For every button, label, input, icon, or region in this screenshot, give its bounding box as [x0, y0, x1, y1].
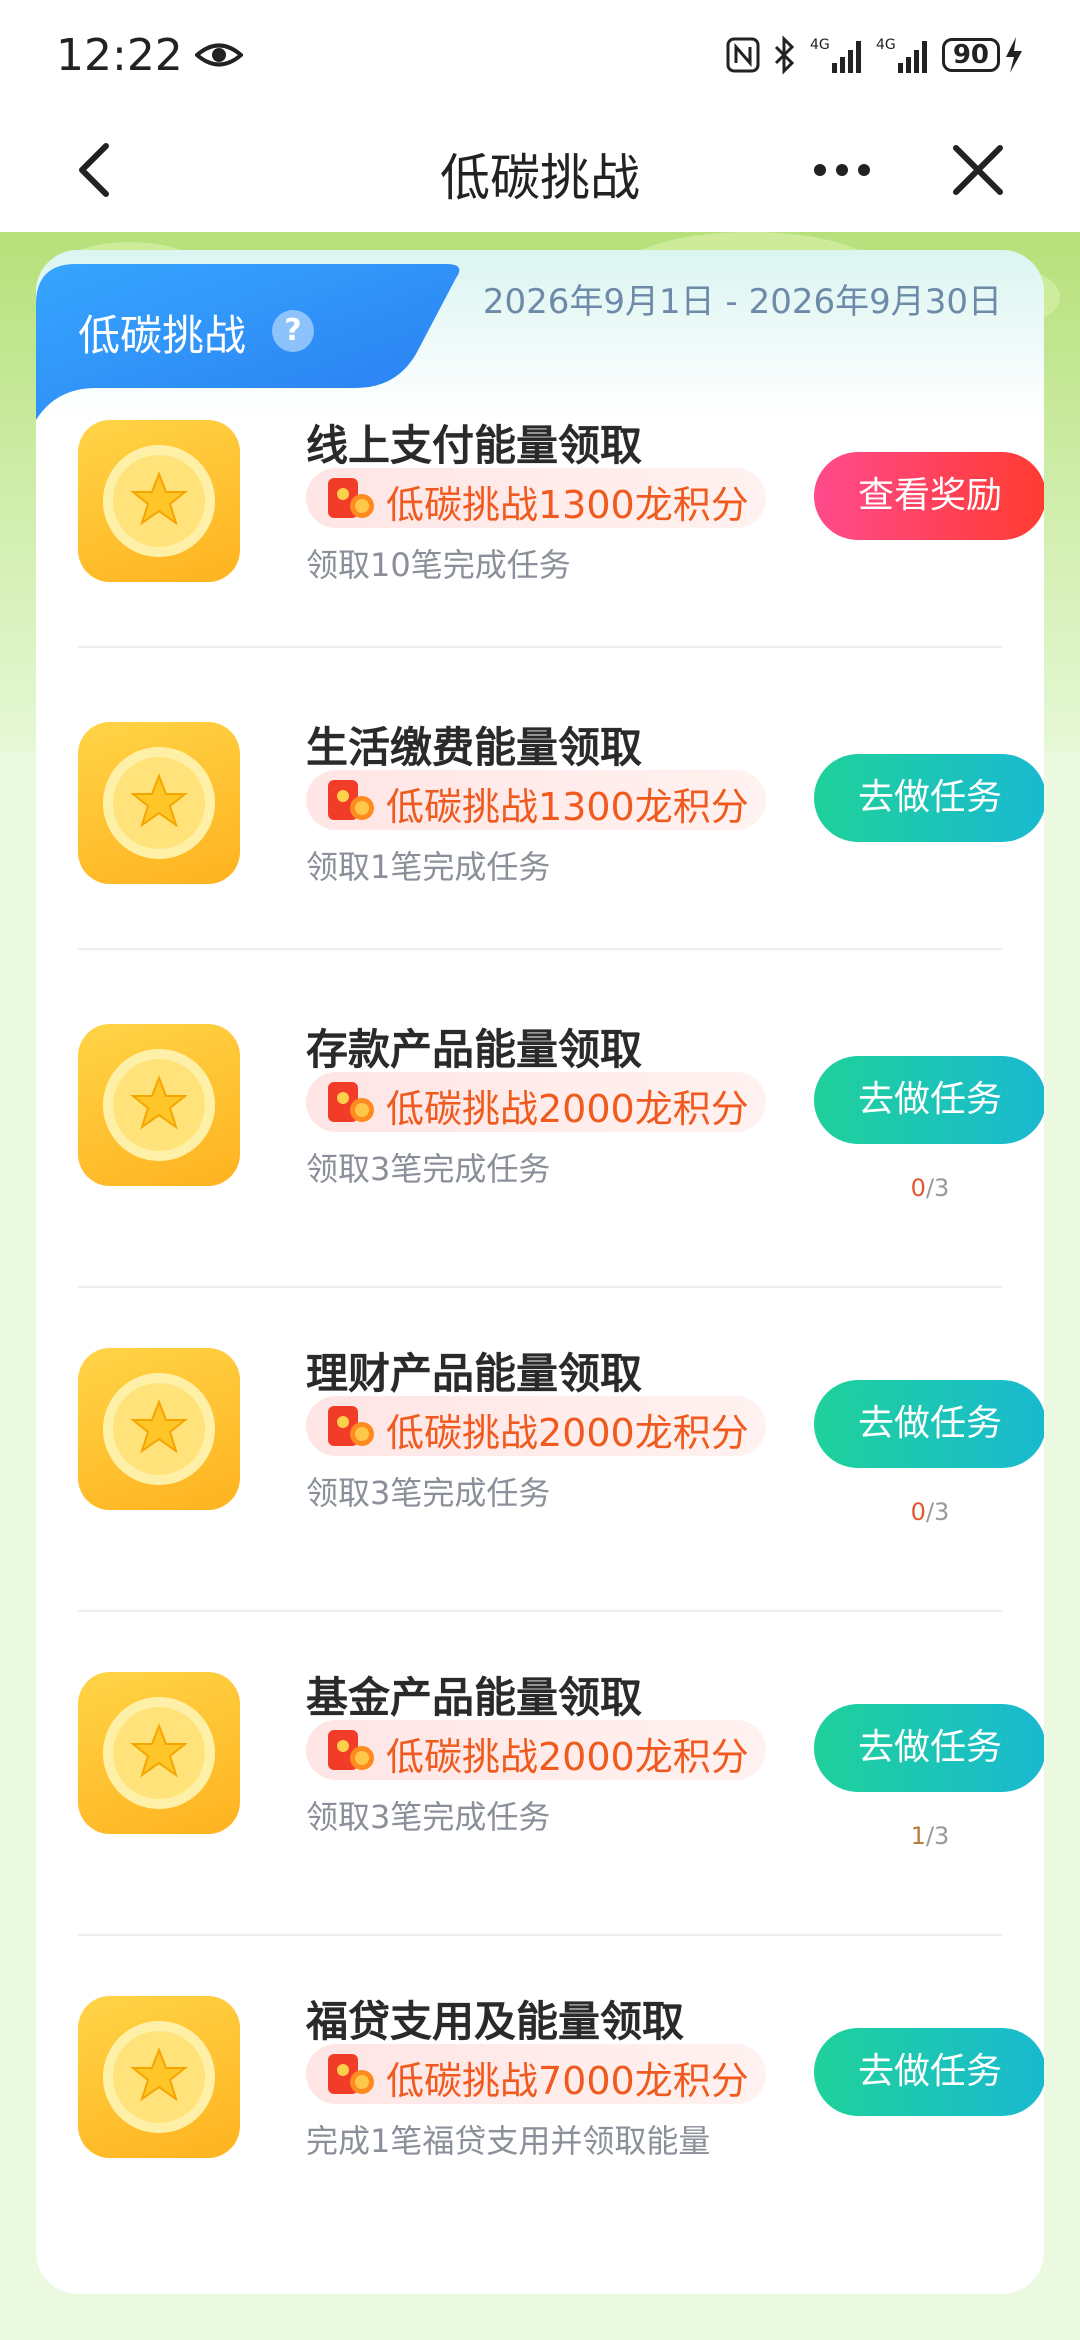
svg-text:4G: 4G [810, 37, 830, 53]
progress-current: 1 [910, 1822, 926, 1850]
more-icon[interactable] [806, 140, 878, 200]
reward-text: 低碳挑战1300龙积分 [386, 785, 749, 829]
coin-icon [78, 722, 240, 884]
status-time: 12:22 [56, 29, 183, 81]
coin-icon [78, 1996, 240, 2158]
page-title: 低碳挑战 [440, 149, 640, 207]
reward-text: 低碳挑战2000龙积分 [386, 1735, 749, 1779]
progress-total: /3 [925, 1174, 950, 1202]
reward-pill: 低碳挑战1300龙积分 [306, 770, 766, 830]
task-description: 领取1笔完成任务 [306, 848, 551, 886]
do-task-button[interactable]: 去做任务 [814, 754, 1044, 842]
progress-total: /3 [925, 1822, 950, 1850]
task-title: 存款产品能量领取 [306, 1025, 643, 1074]
task-title: 线上支付能量领取 [306, 421, 643, 470]
red-envelope-icon [328, 2054, 374, 2094]
nav-bar: 低碳挑战 [0, 110, 1080, 232]
date-range: 2026年9月1日 - 2026年9月30日 [482, 282, 1002, 322]
task-row-6: 福贷支用及能量领取 低碳挑战7000龙积分 完成1笔福贷支用并领取能量 去做任务 [78, 1920, 1044, 2160]
coin-icon [78, 1672, 240, 1834]
svg-text:4G: 4G [876, 37, 896, 53]
coin-icon [78, 420, 240, 582]
red-envelope-icon [328, 780, 374, 820]
task-title: 基金产品能量领取 [306, 1673, 643, 1722]
task-description: 领取10笔完成任务 [306, 546, 571, 584]
progress-current: 0 [910, 1498, 926, 1526]
red-envelope-icon [328, 1406, 374, 1446]
task-description: 领取3笔完成任务 [306, 1474, 551, 1512]
view-reward-button[interactable]: 查看奖励 [814, 452, 1044, 540]
task-description: 完成1笔福贷支用并领取能量 [306, 2122, 711, 2160]
do-task-button[interactable]: 去做任务 [814, 1704, 1044, 1792]
task-row-3: 存款产品能量领取 低碳挑战2000龙积分 领取3笔完成任务 去做任务 0/3 [78, 948, 1044, 1216]
reward-pill: 低碳挑战2000龙积分 [306, 1072, 766, 1132]
reward-text: 低碳挑战2000龙积分 [386, 1087, 749, 1131]
reward-text: 低碳挑战2000龙积分 [386, 1411, 749, 1455]
charging-bolt-icon [1006, 37, 1022, 73]
coin-icon [78, 1024, 240, 1186]
status-right: 4G 4G 90 [726, 35, 1024, 75]
task-description: 领取3笔完成任务 [306, 1150, 551, 1188]
progress-total: /3 [925, 1498, 950, 1526]
do-task-button[interactable]: 去做任务 [814, 1056, 1044, 1144]
coin-icon [78, 1348, 240, 1510]
task-progress: 1/3 [814, 1822, 1044, 1850]
red-envelope-icon [328, 1730, 374, 1770]
task-row-5: 基金产品能量领取 低碳挑战2000龙积分 领取3笔完成任务 去做任务 1/3 [78, 1596, 1044, 1864]
bluetooth-icon [774, 35, 794, 75]
close-icon[interactable] [948, 140, 1008, 200]
challenge-card: 低碳挑战 ? 2026年9月1日 - 2026年9月30日 线上支付能量领取 低… [36, 250, 1044, 2294]
nfc-icon [726, 37, 760, 73]
reward-pill: 低碳挑战2000龙积分 [306, 1396, 766, 1456]
reward-text: 低碳挑战1300龙积分 [386, 483, 749, 527]
status-left: 12:22 [56, 30, 243, 81]
status-bar: 12:22 4G 4G 90 [0, 0, 1080, 110]
signal-icon: 4G [810, 37, 861, 73]
do-task-button[interactable]: 去做任务 [814, 1380, 1044, 1468]
reward-pill: 低碳挑战1300龙积分 [306, 468, 766, 528]
signal-icon-2: 4G [876, 37, 927, 73]
do-task-button[interactable]: 去做任务 [814, 2028, 1044, 2116]
progress-current: 0 [910, 1174, 926, 1202]
red-envelope-icon [328, 478, 374, 518]
task-title: 生活缴费能量领取 [306, 723, 643, 772]
reward-text: 低碳挑战7000龙积分 [386, 2059, 749, 2103]
reward-pill: 低碳挑战2000龙积分 [306, 1720, 766, 1780]
task-title: 福贷支用及能量领取 [306, 1997, 685, 2046]
eye-icon [194, 43, 243, 67]
task-title: 理财产品能量领取 [306, 1349, 643, 1398]
battery-indicator: 90 [941, 37, 1024, 73]
task-progress: 0/3 [814, 1498, 1044, 1526]
task-row-1: 线上支付能量领取 低碳挑战1300龙积分 领取10笔完成任务 查看奖励 [78, 344, 1044, 584]
battery-level: 90 [941, 38, 1000, 72]
reward-pill: 低碳挑战7000龙积分 [306, 2044, 766, 2104]
task-row-2: 生活缴费能量领取 低碳挑战1300龙积分 领取1笔完成任务 去做任务 [78, 646, 1044, 886]
task-progress: 0/3 [814, 1174, 1044, 1202]
red-envelope-icon [328, 1082, 374, 1122]
task-row-4: 理财产品能量领取 低碳挑战2000龙积分 领取3笔完成任务 去做任务 0/3 [78, 1272, 1044, 1540]
task-description: 领取3笔完成任务 [306, 1798, 551, 1836]
